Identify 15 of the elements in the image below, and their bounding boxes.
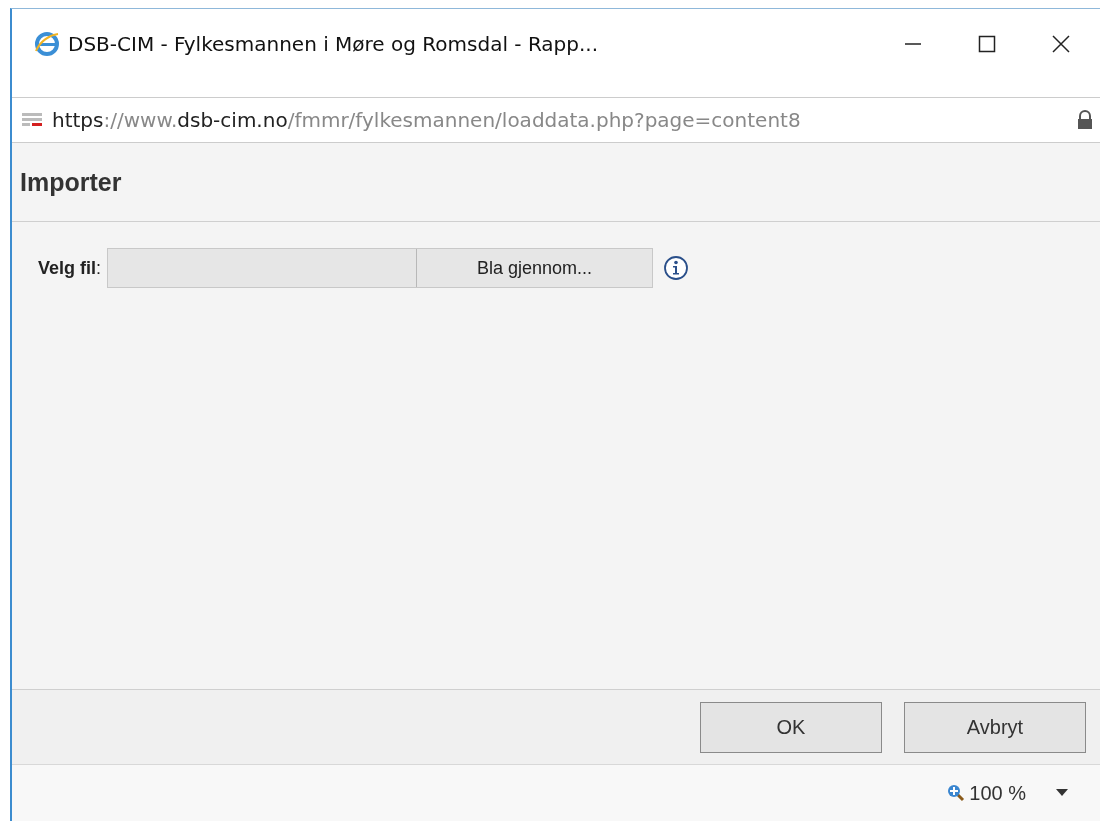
dialog-button[interactable]: Avbryt (904, 701, 1086, 753)
browser-icon (34, 31, 60, 57)
zoom-level: 100 % (969, 781, 1026, 805)
page-icon (22, 113, 44, 127)
dialog-button[interactable]: OK (700, 701, 882, 753)
field-label: Velg fil: (38, 257, 102, 279)
maximize-icon (977, 34, 997, 54)
info-icon[interactable] (663, 255, 690, 281)
dropdown-icon[interactable] (1056, 789, 1068, 797)
zoom-icon[interactable] (947, 784, 966, 802)
close-icon (1051, 34, 1071, 54)
url-text[interactable]: https://www.dsb-cim.no/fmmr/fylkesmannen/loaddata.php?page=content8 (52, 108, 1076, 132)
window-title: DSB-CIM - Fylkesmannen i Møre og Romsdal - Rapp... (68, 32, 600, 56)
minimize-icon (905, 43, 921, 45)
dialog-title: Importer (20, 167, 122, 197)
